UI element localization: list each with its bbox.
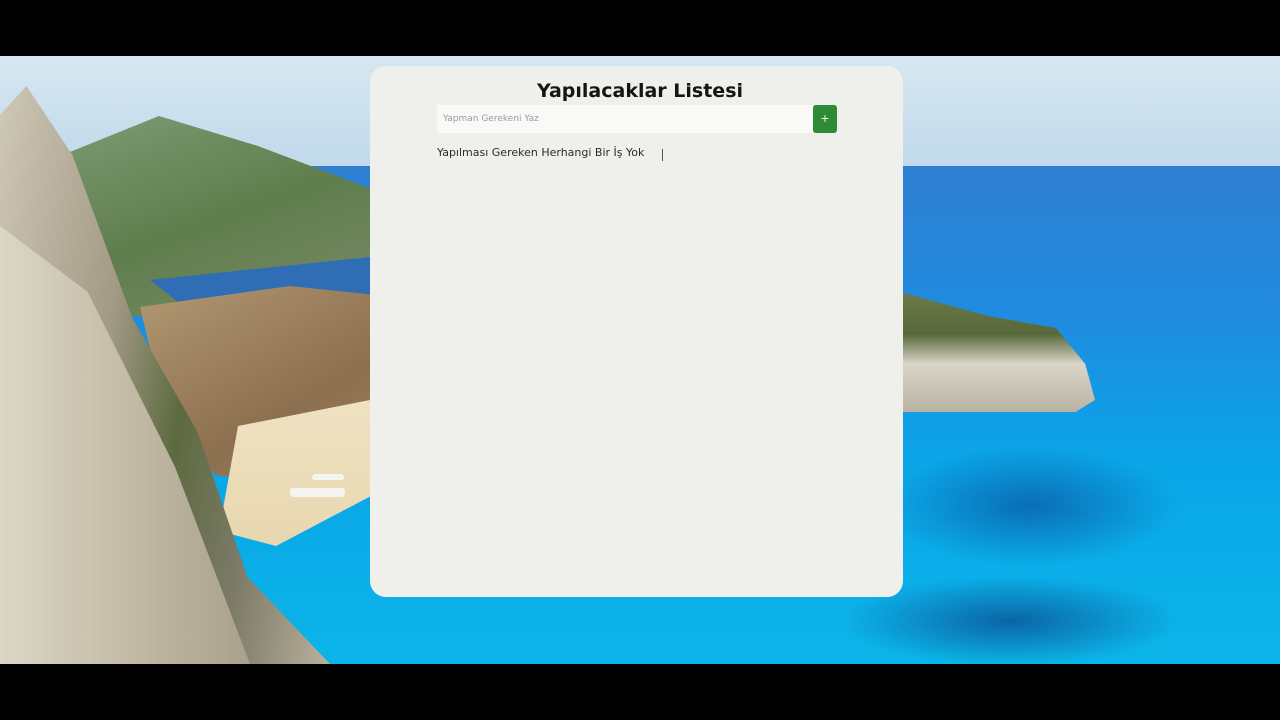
add-task-button[interactable]: + — [813, 105, 837, 133]
page-title: Yapılacaklar Listesi — [536, 80, 744, 102]
empty-list-message: Yapılması Gereken Herhangi Bir İş Yok — [437, 146, 645, 159]
task-input-row: + — [437, 105, 837, 133]
task-input[interactable] — [437, 105, 813, 133]
text-cursor-icon — [662, 149, 666, 161]
background-boat — [290, 488, 345, 497]
background-boat — [312, 474, 344, 480]
background-sea-shade — [880, 446, 1180, 566]
